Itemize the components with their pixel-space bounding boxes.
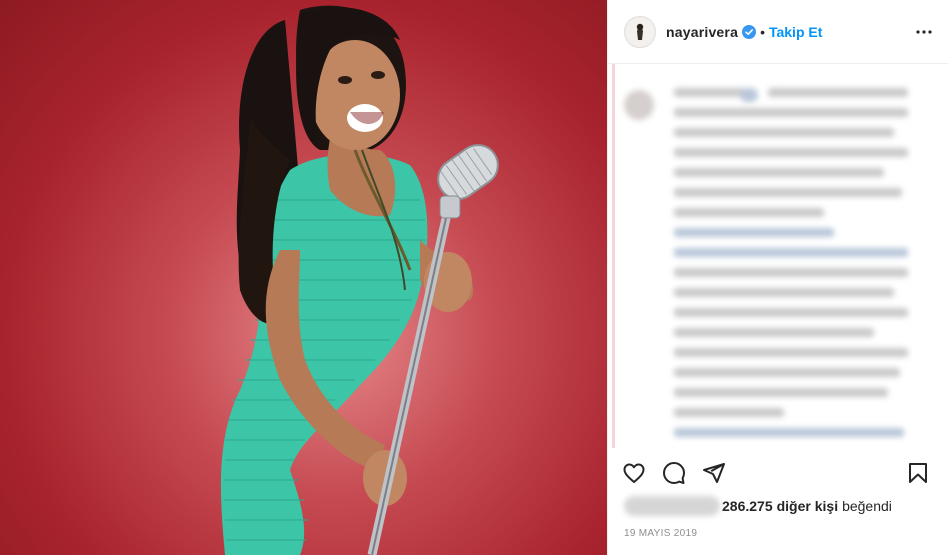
profile-avatar-icon[interactable] [624,15,656,48]
comment-icon[interactable] [660,459,688,487]
paper-plane-icon[interactable] [700,459,728,487]
blurred-liker-name [624,496,720,516]
instagram-post: nayarivera • Takip Et 286.275 diğer kişi… [0,0,948,555]
username-link[interactable]: nayarivera [666,24,738,40]
follow-button[interactable]: Takip Et [769,24,822,40]
header-separator: • [760,23,765,40]
post-header: nayarivera • Takip Et [608,0,948,64]
post-date[interactable]: 19 MAYIS 2019 [624,528,697,539]
blurred-caption [608,64,948,448]
action-bar [620,455,932,491]
heart-icon[interactable] [620,459,648,487]
comments-section[interactable] [608,64,948,448]
post-photo[interactable] [0,0,607,555]
more-options-icon[interactable] [916,29,932,34]
verified-badge-icon [742,24,757,39]
likes-summary[interactable]: 286.275 diğer kişi beğendi [624,496,932,516]
likes-count: 286.275 [722,498,773,514]
likes-others-label: diğer kişi [776,498,839,514]
post-sidebar: nayarivera • Takip Et 286.275 diğer kişi… [607,0,948,555]
bookmark-icon[interactable] [904,459,932,487]
likes-liked-label: beğendi [842,498,892,514]
singer-with-microphone-image [220,5,499,555]
